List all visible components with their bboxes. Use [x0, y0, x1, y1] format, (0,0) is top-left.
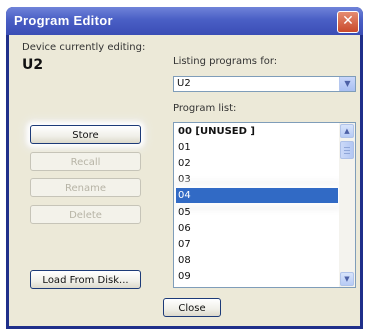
chevron-down-icon[interactable]: ▼ [339, 77, 355, 91]
list-item[interactable]: 09 [176, 269, 338, 284]
delete-button[interactable]: Delete [30, 205, 141, 224]
list-item[interactable]: 00 [UNUSED ] [176, 124, 338, 139]
list-item[interactable]: 02 [176, 156, 338, 171]
listing-label: Listing programs for: [173, 56, 278, 67]
list-item[interactable]: 06 [176, 221, 338, 236]
list-item[interactable]: 03 [176, 172, 338, 187]
listing-selected-value: U2 [177, 78, 191, 89]
list-item[interactable]: 08 [176, 253, 338, 268]
load-from-disk-button[interactable]: Load From Disk... [30, 270, 141, 289]
list-item-selected[interactable]: 04 [176, 188, 338, 203]
dialog-client-area: Device currently editing: U2 Listing pro… [9, 35, 360, 326]
arrow-up-icon[interactable]: ▲ [340, 124, 354, 138]
scroll-thumb[interactable] [340, 141, 354, 159]
listing-device-select[interactable]: U2 ▼ [173, 76, 356, 92]
rename-button[interactable]: Rename [30, 178, 141, 197]
list-item[interactable]: 07 [176, 237, 338, 252]
arrow-down-icon[interactable]: ▼ [340, 272, 354, 286]
list-scrollbar[interactable]: ▲ ▼ [339, 123, 355, 287]
store-button[interactable]: Store [30, 125, 141, 144]
close-icon: ✕ [342, 13, 354, 29]
close-button[interactable]: Close [163, 298, 221, 317]
device-label: Device currently editing: [22, 42, 146, 53]
recall-button[interactable]: Recall [30, 152, 141, 171]
list-item[interactable]: 05 [176, 205, 338, 220]
program-editor-dialog: Program Editor ✕ Device currently editin… [6, 7, 363, 329]
title-bar[interactable]: Program Editor ✕ [6, 7, 363, 35]
program-listbox[interactable]: 00 [UNUSED ] 01 02 03 04 05 06 07 08 09 … [173, 122, 356, 288]
window-title: Program Editor [14, 13, 113, 28]
device-value: U2 [22, 57, 44, 73]
close-window-button[interactable]: ✕ [337, 11, 359, 33]
program-list-label: Program list: [173, 103, 237, 114]
list-item[interactable]: 01 [176, 140, 338, 155]
